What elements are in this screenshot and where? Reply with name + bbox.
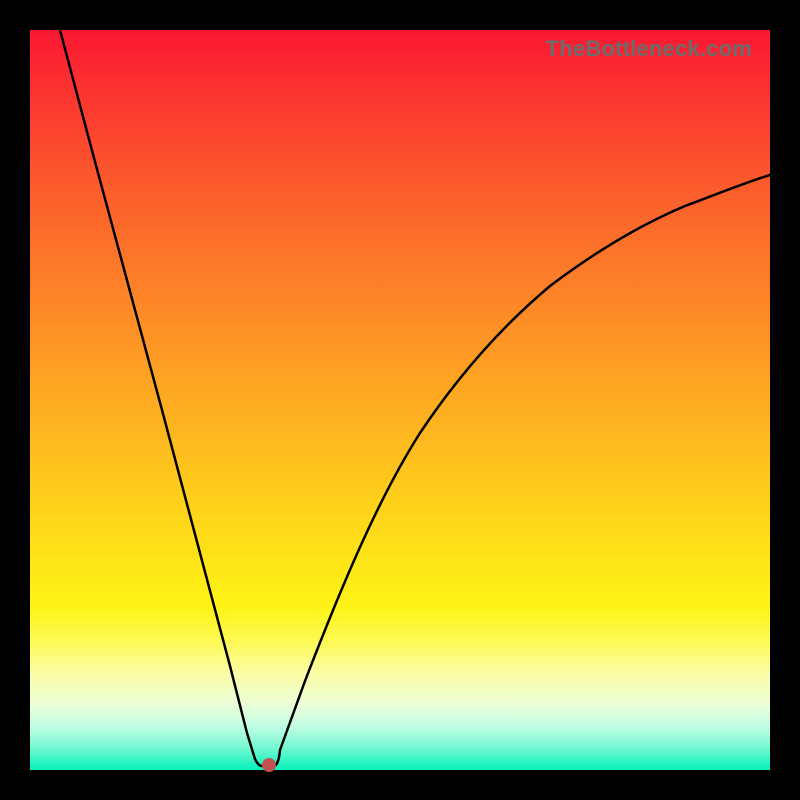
plot-area: TheBottleneck.com [30,30,770,770]
bottleneck-curve [60,30,770,766]
curve-svg [30,30,770,770]
min-marker-dot [262,758,276,772]
chart-stage: TheBottleneck.com [0,0,800,800]
